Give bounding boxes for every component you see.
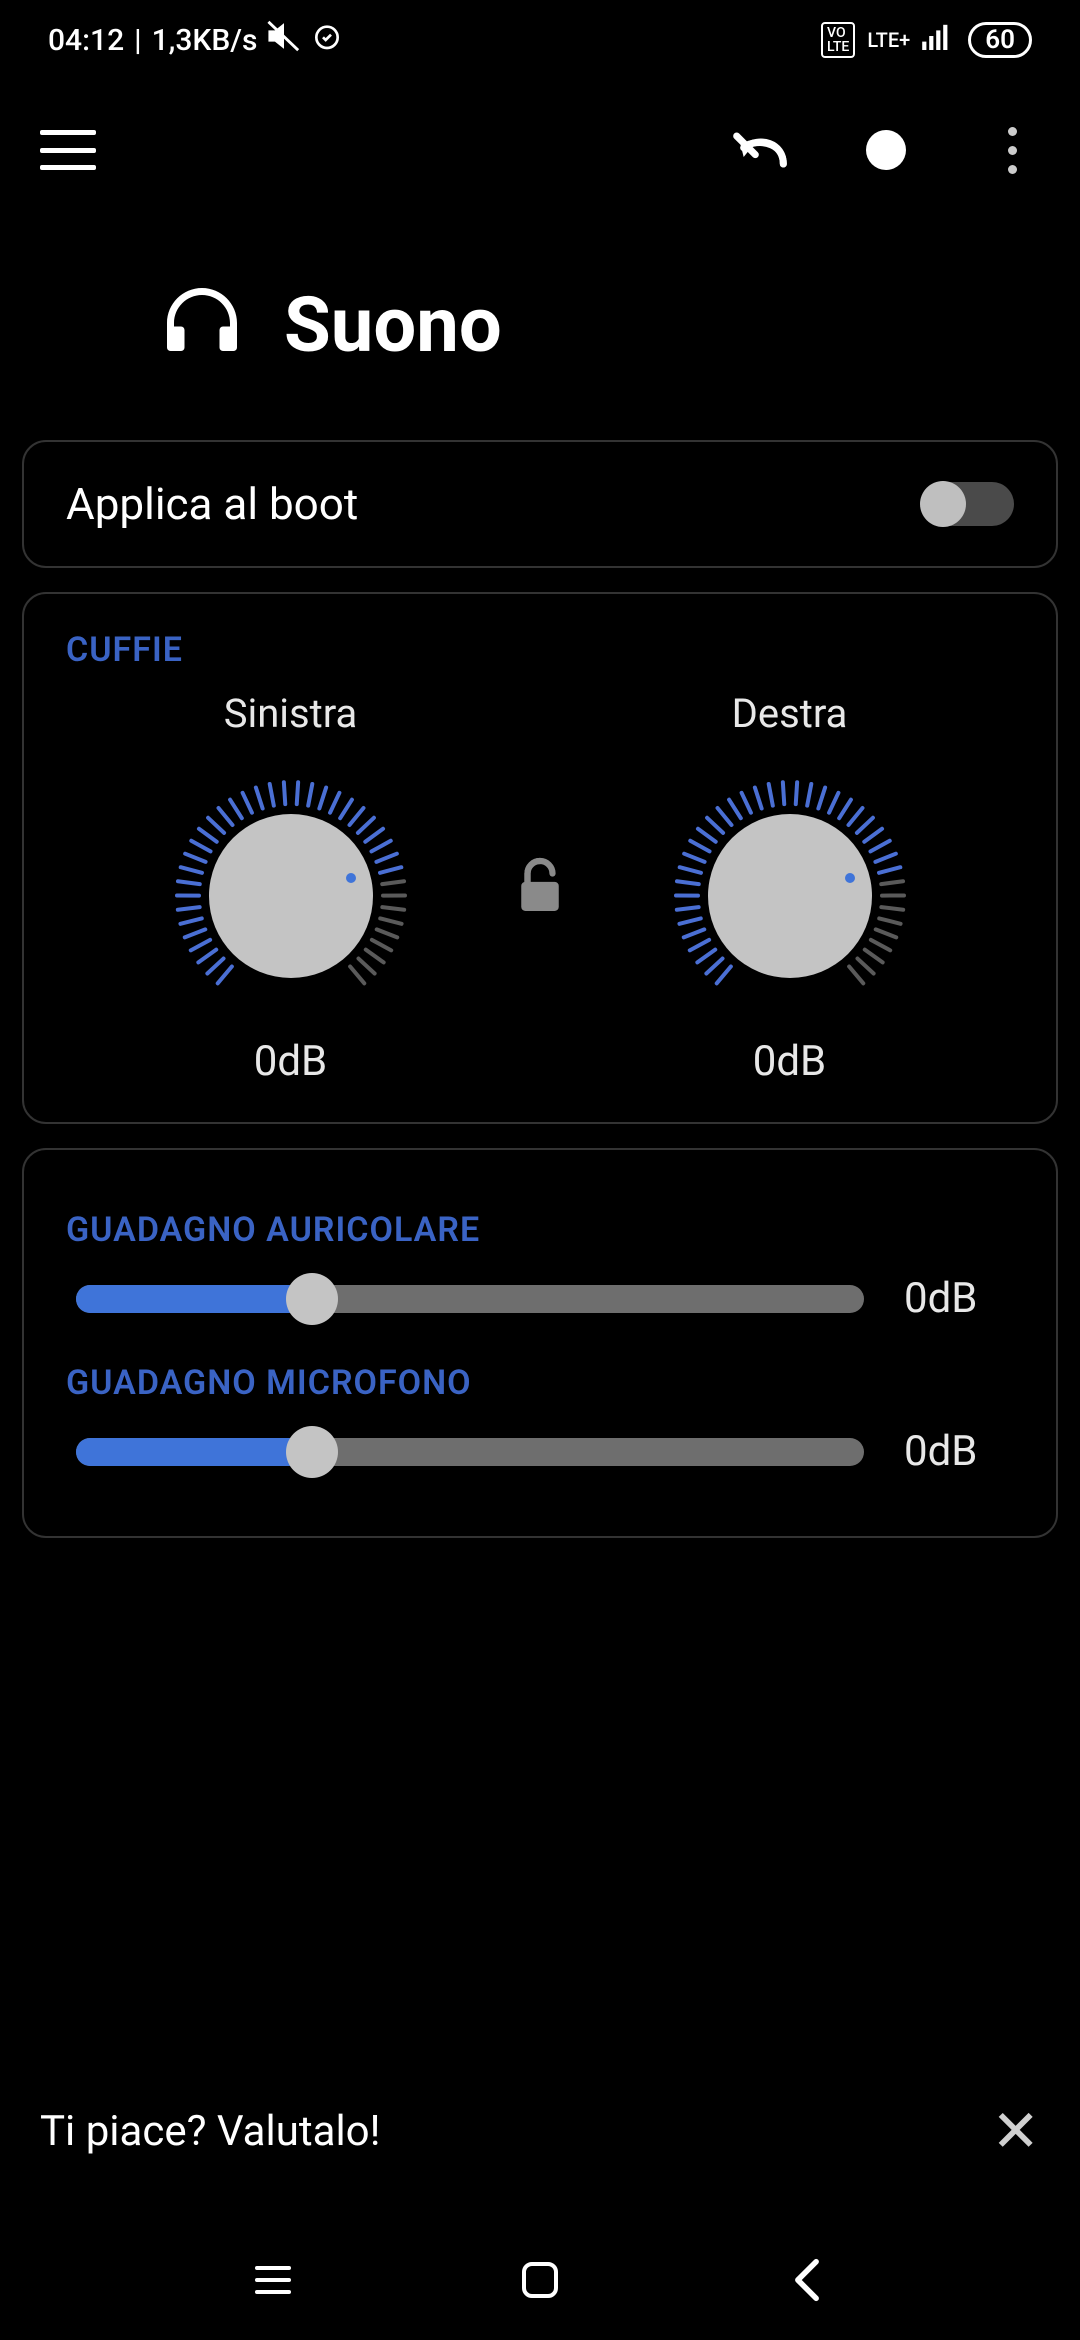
status-right: VOLTE LTE+ 60 [821,22,1032,58]
microfono-value: 0dB [904,1427,1004,1476]
page-title: Suono [284,280,502,370]
status-sep: | [134,23,141,58]
auricolare-slider[interactable] [76,1285,864,1313]
lock-icon[interactable] [515,856,565,920]
battery-indicator: 60 [968,22,1032,58]
rating-text[interactable]: Ti piace? Valutalo! [40,2107,380,2156]
rating-banner: Ti piace? Valutalo! ✕ [0,2073,1080,2190]
boot-switch[interactable] [922,482,1014,526]
cuffie-card: CUFFIE Sinistra 0dB [22,592,1058,1124]
microfono-slider[interactable] [76,1438,864,1466]
status-bar: 04:12 | 1,3KB/s VOLTE LTE+ 60 [0,0,1080,80]
knob-left-label: Sinistra [224,690,358,737]
nav-back-button[interactable] [783,2256,831,2304]
knob-left[interactable] [141,751,441,1001]
knob-right[interactable] [640,751,940,1001]
close-icon[interactable]: ✕ [991,2097,1040,2166]
mute-icon [267,19,301,61]
status-speed: 1,3KB/s [152,23,258,58]
knob-left-value: 0dB [254,1037,327,1086]
record-indicator[interactable] [858,122,914,178]
gains-card: GUADAGNO AURICOLARE 0dB GUADAGNO MICROFO… [22,1148,1058,1538]
alarm-icon [311,20,343,60]
menu-button[interactable] [40,130,96,170]
overflow-menu-button[interactable] [984,122,1040,178]
boot-card: Applica al boot [22,440,1058,568]
network-label: LTE+ [867,28,910,52]
cuffie-heading: CUFFIE [66,630,1014,670]
volte-icon: VOLTE [821,22,855,58]
status-left: 04:12 | 1,3KB/s [48,19,343,61]
knob-left-column: Sinistra 0dB [86,690,495,1086]
boot-label: Applica al boot [66,478,358,530]
nav-recent-button[interactable] [249,2256,297,2304]
status-time: 04:12 [48,23,124,58]
knob-right-column: Destra 0dB [585,690,994,1086]
signal-icon [922,22,956,58]
page-title-row: Suono [0,220,1080,440]
auricolare-heading: GUADAGNO AURICOLARE [66,1210,1014,1250]
nav-home-button[interactable] [516,2256,564,2304]
headphones-icon [160,281,244,369]
knob-right-value: 0dB [753,1037,826,1086]
knob-right-label: Destra [732,690,848,737]
app-bar [0,80,1080,220]
auricolare-value: 0dB [904,1274,1004,1323]
undo-button[interactable] [732,122,788,178]
microfono-heading: GUADAGNO MICROFONO [66,1363,1014,1403]
system-nav-bar [0,2220,1080,2340]
